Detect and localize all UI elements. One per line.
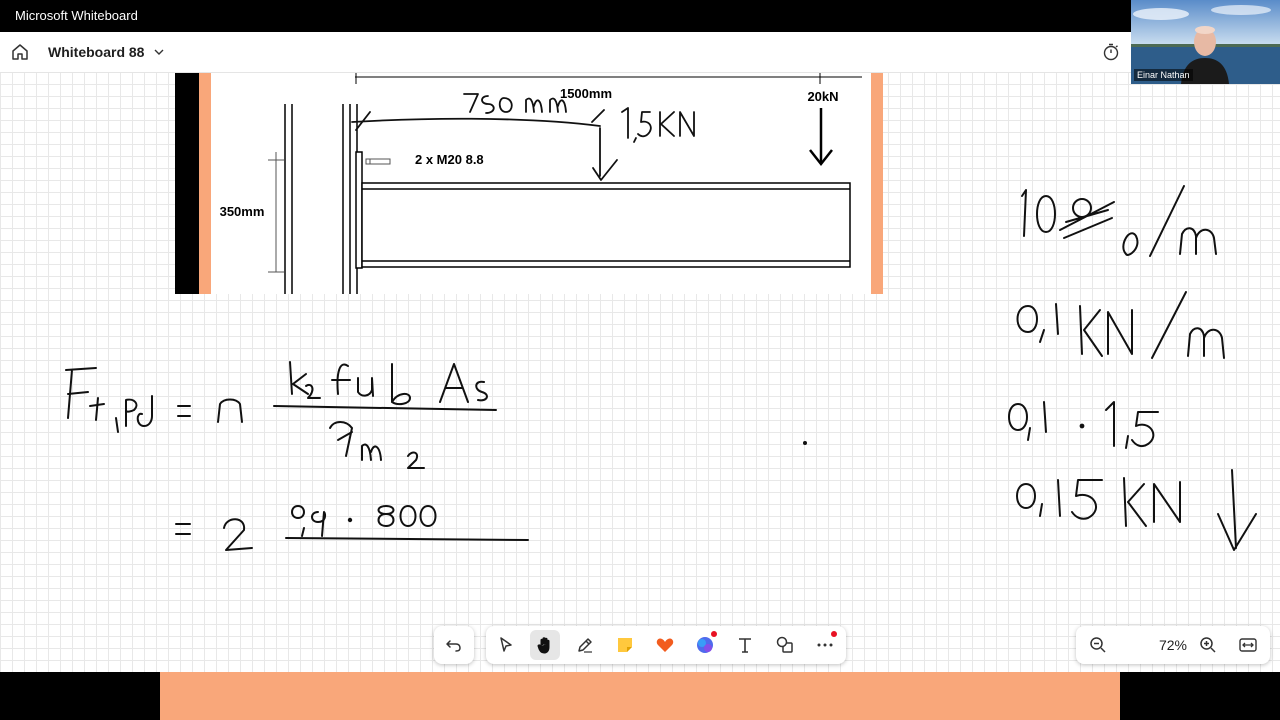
- height-dimension-label: 350mm: [220, 204, 265, 219]
- bolt-label: 2 x M20 8.8: [415, 152, 484, 167]
- bottom-orange-strip: [160, 672, 1120, 720]
- handwritten-load-per-meter: [1021, 185, 1217, 257]
- participant-name: Einar Nathan: [1134, 69, 1193, 81]
- pen-tool-button[interactable]: [570, 630, 600, 660]
- sticky-note-icon: [618, 638, 632, 652]
- more-tools-button[interactable]: [810, 630, 840, 660]
- load-label: 20kN: [807, 89, 838, 104]
- notification-dot: [711, 631, 717, 637]
- title-bar: Microsoft Whiteboard: [0, 0, 1280, 32]
- zoom-in-button[interactable]: [1193, 630, 1223, 660]
- handwritten-formula-ftrd: [65, 361, 497, 469]
- right-orange-strip: [871, 72, 883, 294]
- board-title[interactable]: Whiteboard 88: [48, 44, 144, 60]
- handwritten-0-1-times-1-5: [1008, 401, 1159, 449]
- home-icon[interactable]: [10, 42, 30, 62]
- timer-icon[interactable]: [1102, 43, 1120, 61]
- shapes-tool-button[interactable]: [770, 630, 800, 660]
- text-icon: [739, 638, 751, 653]
- undo-button[interactable]: [439, 630, 469, 660]
- more-icon: [817, 643, 833, 647]
- notification-dot: [831, 631, 837, 637]
- undo-panel: [434, 626, 474, 664]
- chevron-down-icon[interactable]: [153, 45, 165, 57]
- zoom-out-icon: [1090, 637, 1106, 653]
- wall-orange-strip: [199, 72, 211, 294]
- zoom-out-button[interactable]: [1083, 630, 1113, 660]
- header-bar: Whiteboard 88: [0, 32, 1280, 73]
- fit-to-screen-button[interactable]: [1233, 630, 1263, 660]
- wall-black-strip: [175, 72, 199, 294]
- span-dimension-label: 1500mm: [560, 86, 612, 101]
- pan-tool-button[interactable]: [530, 630, 560, 660]
- pen-icon: [578, 638, 592, 653]
- handwritten-0-15-kN: [1016, 469, 1257, 551]
- participant-video: Einar Nathan: [1131, 0, 1280, 84]
- fit-screen-icon: [1239, 638, 1257, 652]
- whiteboard-canvas[interactable]: 1500mm 20kN 2 x M20 8.8 350mm: [0, 72, 1280, 672]
- handwritten-formula-substitution: [175, 505, 529, 551]
- pointer-icon: [500, 637, 512, 652]
- copilot-button[interactable]: [690, 630, 720, 660]
- pasted-diagram-image[interactable]: 1500mm 20kN 2 x M20 8.8 350mm: [175, 72, 883, 294]
- hand-icon: [537, 637, 550, 654]
- zoom-in-icon: [1200, 637, 1216, 653]
- select-tool-button[interactable]: [491, 630, 521, 660]
- handwritten-0-1-kN-per-m: [1016, 291, 1225, 359]
- sticky-note-button[interactable]: [610, 630, 640, 660]
- ink-layer: 1500mm 20kN 2 x M20 8.8 350mm: [65, 72, 1257, 551]
- bottom-toolbar: [434, 626, 846, 664]
- text-tool-button[interactable]: [730, 630, 760, 660]
- tools-panel: [486, 626, 846, 664]
- reactions-button[interactable]: [650, 630, 680, 660]
- copilot-icon: [697, 637, 713, 653]
- app-title: Microsoft Whiteboard: [15, 8, 138, 23]
- ink-dot: [803, 441, 807, 445]
- shapes-icon: [776, 636, 793, 653]
- undo-icon: [446, 640, 461, 652]
- zoom-controls: 72%: [1076, 626, 1270, 664]
- heart-icon: [656, 638, 674, 652]
